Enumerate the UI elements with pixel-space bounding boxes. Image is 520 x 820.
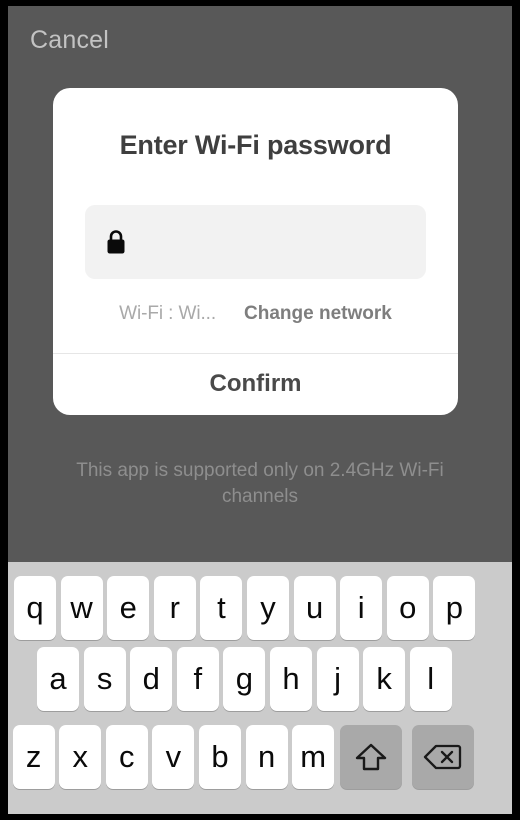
keyboard-key-r[interactable]: r <box>153 576 196 640</box>
keyboard-key-g[interactable]: g <box>223 647 266 711</box>
change-network-button[interactable]: Change network <box>244 303 392 325</box>
keyboard-key-m[interactable]: m <box>292 725 335 789</box>
keyboard-key-f[interactable]: f <box>176 647 219 711</box>
wifi-password-dialog: Enter Wi-Fi password Wi-Fi : Wi... Chang… <box>53 88 458 415</box>
dialog-title: Enter Wi-Fi password <box>119 130 392 160</box>
keyboard-key-p[interactable]: p <box>433 576 476 640</box>
phone-frame: Cancel Enter Wi-Fi password Wi-Fi : Wi..… <box>0 0 520 820</box>
keyboard-key-y[interactable]: y <box>246 576 289 640</box>
shift-arrow-icon <box>355 743 387 771</box>
keyboard-shift-key[interactable] <box>340 725 403 789</box>
keyboard-key-i[interactable]: i <box>340 576 383 640</box>
keyboard-key-a[interactable]: a <box>37 647 79 711</box>
phone-screen: Cancel Enter Wi-Fi password Wi-Fi : Wi..… <box>8 6 512 814</box>
keyboard-key-s[interactable]: s <box>83 647 126 711</box>
keyboard-key-z[interactable]: z <box>12 725 55 789</box>
cancel-button[interactable]: Cancel <box>30 26 109 55</box>
keyboard-row-1: qwertyuiop <box>8 562 512 640</box>
keyboard-key-d[interactable]: d <box>130 647 173 711</box>
network-name-label: Wi-Fi : Wi... <box>119 303 217 324</box>
keyboard-key-u[interactable]: u <box>293 576 336 640</box>
keyboard-key-k[interactable]: k <box>363 647 406 711</box>
keyboard-key-w[interactable]: w <box>60 576 103 640</box>
keyboard-key-o[interactable]: o <box>386 576 429 640</box>
keyboard-key-c[interactable]: c <box>105 725 148 789</box>
keyboard-key-b[interactable]: b <box>198 725 241 789</box>
keyboard-key-l[interactable]: l <box>409 647 452 711</box>
footer-note: This app is supported only on 2.4GHz Wi-… <box>76 460 444 507</box>
on-screen-keyboard: qwertyuiop asdfghjkl zxcvbnm <box>8 562 512 814</box>
keyboard-key-n[interactable]: n <box>245 725 288 789</box>
keyboard-key-h[interactable]: h <box>269 647 312 711</box>
keyboard-key-x[interactable]: x <box>59 725 102 789</box>
keyboard-key-q[interactable]: q <box>14 576 56 640</box>
keyboard-backspace-key[interactable] <box>412 725 475 789</box>
password-input[interactable] <box>85 205 426 279</box>
confirm-button[interactable]: Confirm <box>53 353 458 415</box>
backspace-delete-icon <box>424 744 462 770</box>
keyboard-key-e[interactable]: e <box>107 576 150 640</box>
lock-icon <box>107 230 125 254</box>
keyboard-key-t[interactable]: t <box>200 576 243 640</box>
keyboard-key-j[interactable]: j <box>316 647 359 711</box>
keyboard-row-3: zxcvbnm <box>8 718 512 796</box>
keyboard-key-v[interactable]: v <box>152 725 195 789</box>
network-row: Wi-Fi : Wi... Change network <box>53 303 458 325</box>
keyboard-row-2: asdfghjkl <box>8 640 512 718</box>
